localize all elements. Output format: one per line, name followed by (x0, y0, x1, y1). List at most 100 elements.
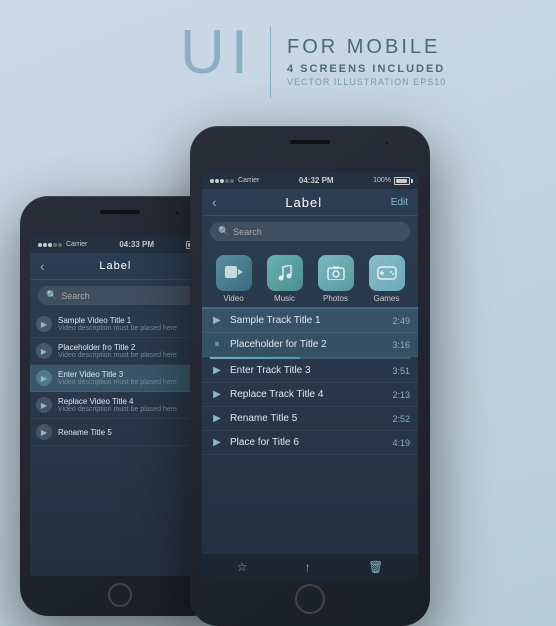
video-desc-3: Video description must be plased here (58, 379, 204, 386)
list-item[interactable]: ▶ Enter Video Title 3 Video description … (30, 365, 210, 392)
edit-button-right[interactable]: Edit (391, 197, 408, 208)
track-duration-2: 3:16 (392, 340, 410, 350)
track-title-1: Sample Track Title 1 (230, 315, 386, 326)
list-item[interactable]: ▶ Placeholder fro Title 2 Video descript… (30, 338, 210, 365)
delete-icon[interactable]: 🗑 (368, 560, 383, 574)
back-button-left[interactable]: ‹ (40, 258, 45, 274)
ui-text: UI (180, 22, 254, 84)
games-label: Games (374, 294, 400, 303)
video-list: ▶ Sample Video Title 1 Video description… (30, 311, 210, 446)
carrier-left: Carrier (66, 241, 87, 248)
video-label: Video (223, 294, 243, 303)
share-icon[interactable]: ↑ (305, 560, 311, 574)
play-icon-v3: ▶ (36, 370, 52, 386)
bottom-bar: ☆ ↑ 🗑 (202, 554, 418, 580)
track-title-2: Placeholder for Title 2 (230, 339, 386, 350)
home-button-left[interactable] (108, 583, 132, 607)
track-title-3: Enter Track Title 3 (230, 365, 386, 376)
track-list: ▶ Sample Track Title 1 2:49 ⏸ Placeholde… (202, 309, 418, 455)
play-icon-t6: ▶ (210, 437, 224, 448)
signal-dots-right (210, 179, 234, 183)
play-icon-t1: ▶ (210, 315, 224, 326)
search-icon-left: 🔍 (46, 290, 57, 301)
favorite-icon[interactable]: ☆ (237, 560, 248, 574)
video-title-2: Placeholder fro Title 2 (58, 343, 204, 352)
for-mobile-text: FOR MOBILE (287, 36, 446, 59)
category-photos[interactable]: Photos (318, 255, 354, 303)
header-divider (270, 26, 271, 98)
play-icon-v1: ▶ (36, 316, 52, 332)
play-icon-t4: ▶ (210, 389, 224, 400)
list-item[interactable]: ▶ Sample Video Title 1 Video description… (30, 311, 210, 338)
video-title-3: Enter Video Title 3 (58, 370, 204, 379)
pause-icon-t2: ⏸ (210, 339, 224, 350)
video-desc-2: Video description must be plased here (58, 352, 204, 359)
search-placeholder-right: Search (233, 227, 262, 237)
play-icon-t3: ▶ (210, 365, 224, 376)
photos-category-icon (318, 255, 354, 291)
header-info: FOR MOBILE 4 SCREENS INCLUDED VECTOR ILL… (287, 22, 446, 87)
carrier-right: Carrier (238, 177, 259, 184)
track-duration-3: 3:51 (392, 366, 410, 376)
time-left: 04:33 PM (119, 240, 154, 249)
phone-camera-right (384, 140, 390, 146)
time-right: 04:32 PM (299, 176, 334, 185)
play-icon-v2: ▶ (36, 343, 52, 359)
search-icon-right: 🔍 (218, 226, 229, 237)
nav-title-left: Label (99, 260, 131, 272)
music-category-icon (267, 255, 303, 291)
status-bar-right: Carrier 04:32 PM 100% (202, 172, 418, 189)
vector-info-text: VECTOR ILLUSTRATION EPS10 (287, 77, 446, 87)
nav-bar-left: ‹ Label (30, 253, 210, 280)
nav-title-right: Label (285, 195, 322, 210)
video-category-icon (216, 255, 252, 291)
list-item[interactable]: ▶ Rename Title 5 (30, 419, 210, 446)
search-bar-right[interactable]: 🔍 Search (210, 222, 410, 241)
video-desc-4: Video description must be plased here (58, 406, 204, 413)
category-music[interactable]: Music (267, 255, 303, 303)
list-item[interactable]: ▶ Sample Track Title 1 2:49 (202, 309, 418, 333)
play-icon-v4: ▶ (36, 397, 52, 413)
list-item[interactable]: ▶ Enter Track Title 3 3:51 (202, 359, 418, 383)
category-games[interactable]: Games (369, 255, 405, 303)
track-title-6: Place for Title 6 (230, 437, 386, 448)
categories-row: Video Music (202, 247, 418, 309)
list-item[interactable]: ▶ Replace Track Title 4 2:13 (202, 383, 418, 407)
track-duration-6: 4:19 (392, 438, 410, 448)
screens-included-text: 4 SCREENS INCLUDED (287, 63, 446, 75)
nav-bar-right: ‹ Label Edit (202, 189, 418, 216)
list-item[interactable]: ⏸ Placeholder for Title 2 3:16 (202, 333, 418, 357)
phone-screen-right: Carrier 04:32 PM 100% ‹ Label Edit 🔍 (202, 172, 418, 580)
photos-label: Photos (323, 294, 348, 303)
play-icon-t5: ▶ (210, 413, 224, 424)
back-button-right[interactable]: ‹ (212, 194, 217, 210)
list-item[interactable]: ▶ Rename Title 5 2:52 (202, 407, 418, 431)
search-placeholder-left: Search (61, 291, 90, 301)
music-label: Music (274, 294, 295, 303)
phones-container: Carrier 04:33 PM ‹ Label 🔍 Search (20, 126, 536, 626)
track-duration-4: 2:13 (392, 390, 410, 400)
list-item[interactable]: ▶ Replace Video Title 4 Video descriptio… (30, 392, 210, 419)
signal-dots-left (38, 243, 62, 247)
phone-camera-left (174, 210, 180, 216)
video-title-4: Replace Video Title 4 (58, 397, 204, 406)
battery-percent: 100% (373, 177, 391, 184)
play-icon-v5: ▶ (36, 424, 52, 440)
games-category-icon (369, 255, 405, 291)
video-title-5: Rename Title 5 (58, 428, 204, 437)
home-button-right[interactable] (295, 584, 325, 614)
track-duration-1: 2:49 (392, 316, 410, 326)
video-desc-1: Video description must be plased here (58, 325, 204, 332)
status-bar-left: Carrier 04:33 PM (30, 236, 210, 253)
header: UI FOR MOBILE 4 SCREENS INCLUDED VECTOR … (180, 22, 446, 98)
phone-speaker-left (100, 210, 140, 214)
list-item[interactable]: ▶ Place for Title 6 4:19 (202, 431, 418, 455)
search-bar-left[interactable]: 🔍 Search (38, 286, 202, 305)
video-title-1: Sample Video Title 1 (58, 316, 204, 325)
category-video[interactable]: Video (216, 255, 252, 303)
battery-icon-right (394, 177, 410, 185)
phone-speaker-right (290, 140, 330, 144)
phone-right: Carrier 04:32 PM 100% ‹ Label Edit 🔍 (190, 126, 430, 626)
track-title-5: Rename Title 5 (230, 413, 386, 424)
track-duration-5: 2:52 (392, 414, 410, 424)
